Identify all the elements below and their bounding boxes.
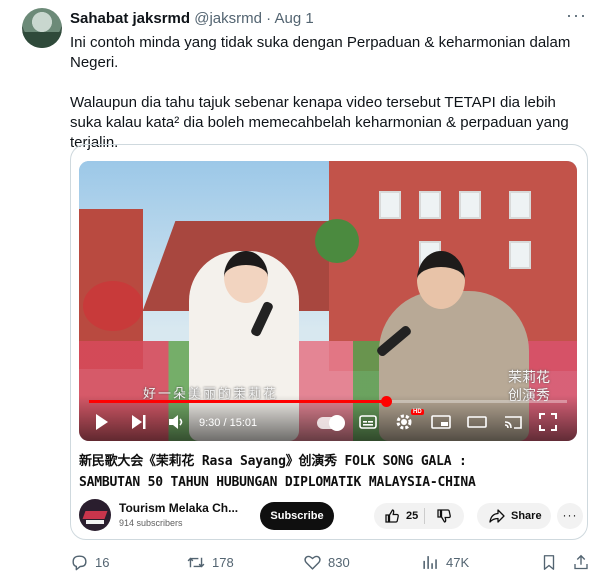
youtube-embed-card: 好一朵美丽的茉莉花 茉莉花 创演秀 9:30 / 15 [70,144,588,540]
video-tree [315,219,359,263]
views-chart-icon [423,555,437,569]
subscribe-button[interactable]: Subscribe [260,502,334,530]
video-window [379,191,401,219]
cast-icon[interactable] [503,413,523,433]
dislike-button[interactable] [426,503,464,529]
channel-subscribers: 914 subscribers [119,518,183,528]
autoplay-toggle[interactable] [317,415,345,431]
tweet-date[interactable]: Aug 1 [274,10,313,27]
video-window [509,191,531,219]
video-singer-female-head [224,251,268,303]
tweet-actions: 16 178 830 47K [70,551,590,573]
volume-icon[interactable] [167,413,185,433]
like-dislike-group: 25 [374,503,464,529]
theater-mode-icon[interactable] [467,413,487,433]
tweet-paragraph-1: Ini contoh minda yang tidak suka dengan … [70,34,571,71]
thumbs-up-icon [385,509,399,523]
tweet-like-count: 830 [328,554,350,570]
views-count: 47K [446,554,470,570]
author-handle[interactable]: @jaksrmd [194,10,262,27]
tweet-text: Ini contoh minda yang tidak suka dengan … [70,33,590,153]
header-separator: · [266,10,272,27]
upload-share-icon [574,554,588,569]
fullscreen-icon[interactable] [539,413,557,433]
video-player[interactable]: 好一朵美丽的茉莉花 茉莉花 创演秀 9:30 / 15 [79,161,577,441]
video-logo-text: 茉莉花 [508,370,550,386]
video-window [419,191,441,219]
play-icon[interactable] [95,413,109,433]
bookmark-icon [543,554,555,570]
tweet-header: Sahabat jaksrmd @jaksrmd · Aug 1 [70,10,314,27]
author-name[interactable]: Sahabat jaksrmd [70,10,190,27]
progress-scrubber[interactable] [380,396,392,407]
channel-avatar[interactable] [79,499,111,531]
share-tweet-button[interactable] [572,551,590,573]
like-count: 25 [406,510,419,522]
share-label: Share [511,510,542,522]
video-title[interactable]: 新民歌大会《茉莉花 Rasa Sayang》创演秀 FOLK SONG GALA… [79,451,581,493]
retweet-button[interactable]: 178 [186,551,234,573]
share-arrow-icon [489,509,505,523]
progress-bar[interactable] [89,396,567,407]
views-button[interactable]: 47K [421,551,469,573]
retweet-count: 178 [212,554,234,570]
share-button[interactable]: Share [477,503,551,529]
thumbs-down-icon [437,509,451,523]
video-lion-dance [83,281,143,331]
ellipsis-icon[interactable]: ··· [566,6,586,26]
next-icon[interactable] [131,413,147,433]
retweet-icon [187,557,205,567]
progress-fill [89,400,386,403]
video-window [509,241,531,269]
like-separator [424,508,425,524]
captions-icon[interactable] [359,413,377,433]
miniplayer-icon[interactable] [431,413,451,433]
video-more-icon[interactable]: ··· [557,503,583,529]
settings-gear-icon[interactable] [395,413,413,433]
reply-button[interactable]: 16 [70,551,109,573]
hd-badge: HD [411,409,424,415]
video-window [459,191,481,219]
like-tweet-button[interactable]: 830 [303,551,350,573]
heart-icon [304,555,321,570]
channel-name[interactable]: Tourism Melaka Ch... [119,501,238,515]
reply-icon [72,554,87,570]
video-title-line-2: SAMBUTAN 50 TAHUN HUBUNGAN DIPLOMATIK MA… [79,475,476,490]
reply-count: 16 [95,554,110,570]
author-avatar[interactable] [22,8,62,48]
video-controls: 9:30 / 15:01 HD [79,395,577,441]
like-button[interactable]: 25 [374,503,424,529]
video-time: 9:30 / 15:01 [199,417,258,429]
video-title-line-1: 新民歌大会《茉莉花 Rasa Sayang》创演秀 FOLK SONG GALA… [79,454,467,469]
bookmark-button[interactable] [540,551,558,573]
tweet: Sahabat jaksrmd @jaksrmd · Aug 1 ··· Ini… [0,0,604,580]
video-singer-male-head [417,251,465,309]
channel-bar: Tourism Melaka Ch... 914 subscribers Sub… [79,499,583,533]
